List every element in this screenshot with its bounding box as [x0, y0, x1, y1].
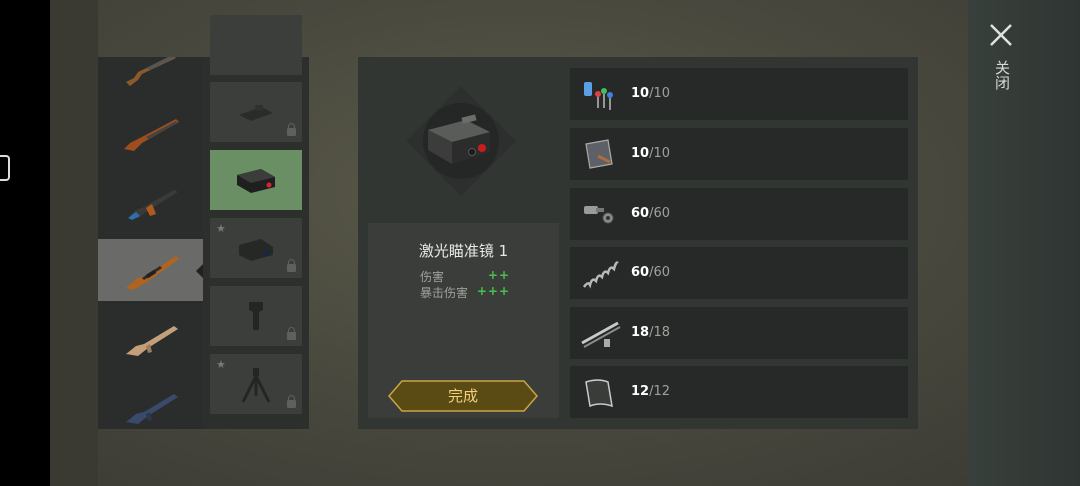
m4-rifle-icon — [125, 394, 178, 424]
weapon-item-dragunov[interactable] — [98, 239, 203, 301]
lock-icon — [287, 395, 296, 408]
stat-row-crit-damage: 暴击伤害 +++ — [420, 284, 510, 300]
sheet-metal-icon — [585, 379, 613, 408]
attachment-list[interactable]: ★ ★ — [203, 15, 309, 429]
side-handle-icon[interactable] — [0, 155, 10, 181]
have-count: 60 — [631, 206, 650, 221]
need-count: 60 — [653, 206, 671, 221]
spring-icon — [582, 261, 619, 289]
attachment-slot-active[interactable] — [210, 150, 302, 210]
close-label[interactable]: 关闭 — [990, 60, 1011, 90]
material-count: 12/12 — [631, 384, 671, 399]
stat-label: 暴击伤害 — [420, 286, 469, 300]
attachment-slot[interactable] — [210, 286, 302, 346]
weapon-list[interactable] — [98, 57, 203, 429]
material-row: 60/60 — [570, 247, 908, 299]
right-edge-panel — [968, 0, 1080, 486]
stat-row-damage: 伤害 ++ — [420, 268, 510, 284]
weapon-item-shotgun[interactable] — [98, 57, 203, 99]
need-count: 10 — [653, 146, 671, 161]
have-count: 60 — [631, 265, 650, 280]
stat-value: ++ — [487, 268, 510, 282]
star-icon: ★ — [216, 222, 226, 235]
done-button[interactable]: 完成 — [388, 380, 538, 412]
have-count: 10 — [631, 86, 650, 101]
material-count: 60/60 — [631, 265, 671, 280]
weapon-item-scar[interactable] — [98, 307, 203, 369]
left-edge-panel — [50, 0, 98, 486]
bipod-icon — [241, 368, 271, 403]
material-count: 10/10 — [631, 146, 671, 161]
material-row: 10/10 — [570, 128, 908, 180]
stat-value: +++ — [476, 284, 510, 298]
need-count: 12 — [653, 384, 671, 399]
stat-label: 伤害 — [420, 270, 445, 284]
have-count: 12 — [631, 384, 650, 399]
electronic-parts-icon — [584, 82, 613, 110]
need-count: 18 — [653, 325, 671, 340]
bolts-nuts-icon — [584, 206, 614, 224]
item-preview — [406, 86, 516, 196]
laser-sight-icon — [237, 169, 275, 193]
attachment-slot[interactable] — [210, 15, 302, 75]
grip-icon — [249, 302, 263, 330]
double-barrel-shotgun-icon — [123, 119, 179, 151]
scope-rail-icon — [239, 105, 273, 121]
lock-icon — [287, 123, 296, 136]
item-title: 激光瞄准镜 1 — [418, 242, 509, 260]
metal-plate-icon — [585, 139, 613, 169]
weapon-item-m4[interactable] — [98, 375, 203, 429]
material-row: 18/18 — [570, 307, 908, 359]
material-count: 10/10 — [631, 86, 671, 101]
shotgun-icon — [125, 57, 176, 86]
pipes-icon — [581, 321, 621, 348]
night-scope-icon — [239, 239, 273, 261]
attachment-slot[interactable]: ★ — [210, 218, 302, 278]
star-icon: ★ — [216, 358, 226, 371]
done-button-label: 完成 — [447, 387, 478, 405]
material-count: 60/60 — [631, 206, 671, 221]
need-count: 10 — [653, 86, 671, 101]
material-row: 10/10 — [570, 68, 908, 120]
close-icon[interactable] — [988, 22, 1014, 48]
material-count: 18/18 — [631, 325, 671, 340]
material-row: 12/12 — [570, 366, 908, 418]
need-count: 60 — [653, 265, 671, 280]
weapon-item-double-barrel[interactable] — [98, 102, 203, 164]
attachment-slot[interactable] — [210, 82, 302, 142]
ak-rifle-icon — [127, 190, 178, 220]
scar-rifle-icon — [125, 326, 178, 356]
have-count: 10 — [631, 146, 650, 161]
attachment-slot[interactable]: ★ — [210, 354, 302, 414]
lock-icon — [287, 259, 296, 272]
attachment-slot-top-icon — [231, 30, 281, 60]
dragunov-rifle-icon — [125, 256, 179, 290]
weapon-item-ak[interactable] — [98, 169, 203, 231]
material-row: 60/60 — [570, 188, 908, 240]
have-count: 18 — [631, 325, 650, 340]
lock-icon — [287, 327, 296, 340]
